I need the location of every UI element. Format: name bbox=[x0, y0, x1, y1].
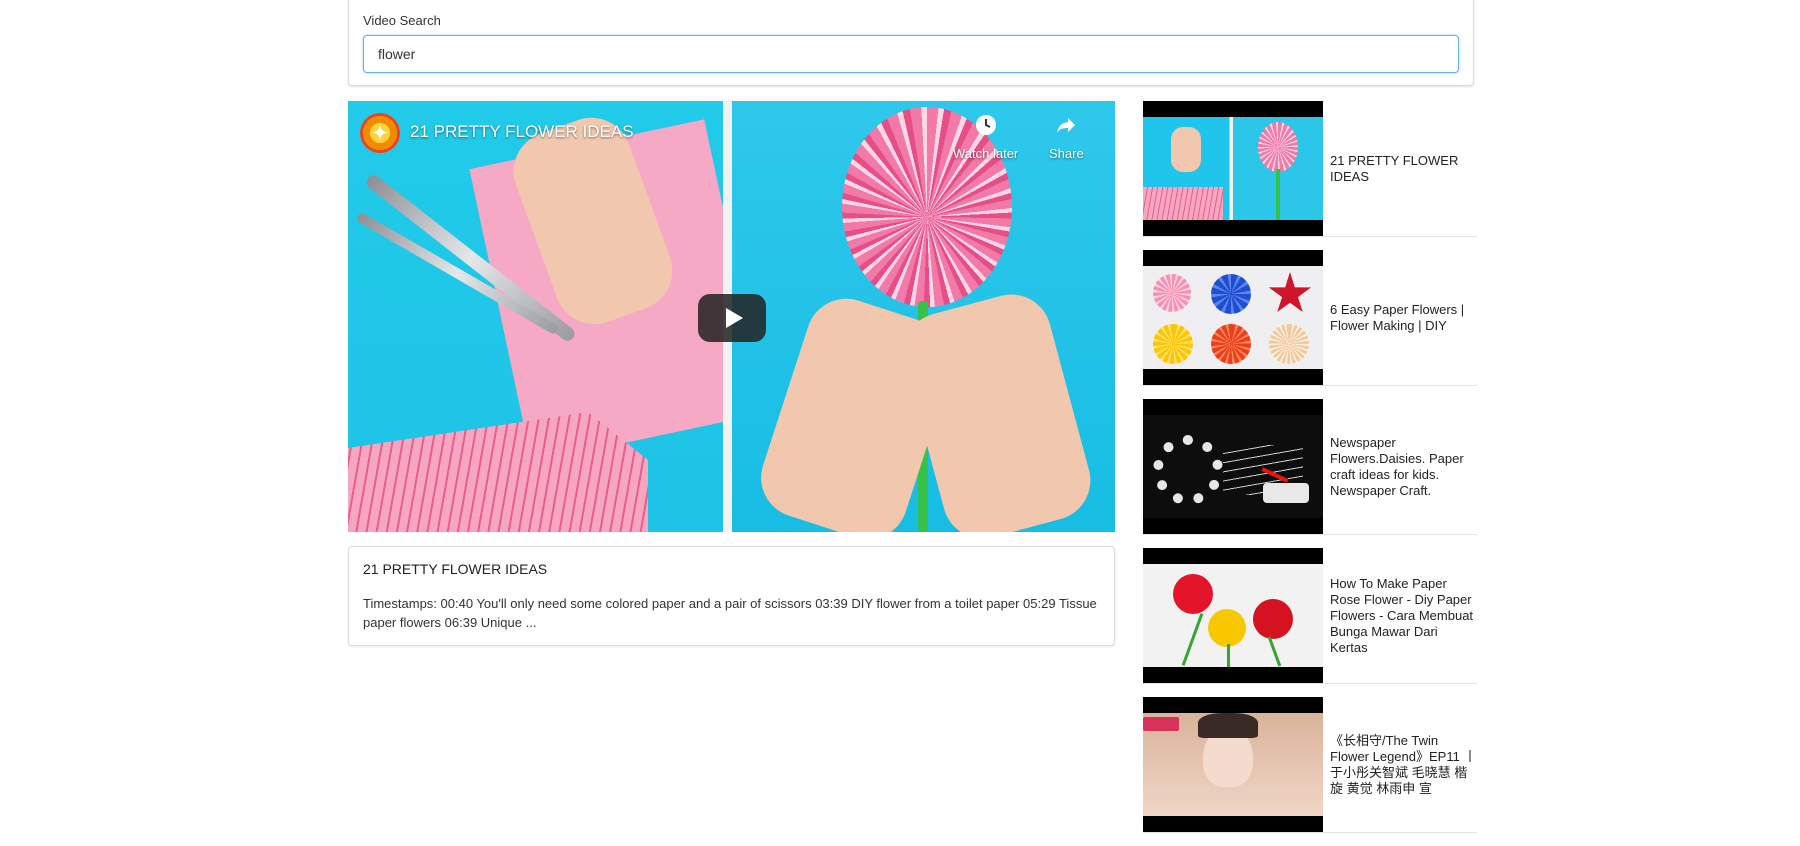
video-description: Timestamps: 00:40 You'll only need some … bbox=[363, 596, 1097, 630]
video-list: 21 PRETTY FLOWER IDEAS 6 Easy Paper Flow… bbox=[1143, 101, 1477, 846]
player-title[interactable]: 21 PRETTY FLOWER IDEAS bbox=[410, 122, 634, 142]
video-list-title[interactable]: 《长相守/The Twin Flower Legend》EP11 丨于小彤关智斌… bbox=[1330, 697, 1477, 832]
video-list-title[interactable]: Newspaper Flowers.Daisies. Paper craft i… bbox=[1330, 399, 1477, 534]
search-input[interactable] bbox=[363, 35, 1459, 73]
search-label: Video Search bbox=[363, 13, 441, 28]
video-player[interactable]: ✦ 21 PRETTY FLOWER IDEAS Watch later Sha… bbox=[348, 101, 1115, 532]
share-icon bbox=[1049, 113, 1084, 143]
video-frame-left bbox=[348, 101, 767, 532]
search-card: Video Search bbox=[348, 0, 1474, 86]
video-list-item[interactable]: 《长相守/The Twin Flower Legend》EP11 丨于小彤关智斌… bbox=[1143, 697, 1477, 833]
video-thumbnail[interactable] bbox=[1143, 250, 1323, 385]
video-list-title[interactable]: How To Make Paper Rose Flower - Diy Pape… bbox=[1330, 548, 1477, 683]
paper-fringe bbox=[348, 412, 648, 532]
video-thumbnail[interactable] bbox=[1143, 548, 1323, 683]
video-list-title[interactable]: 6 Easy Paper Flowers | Flower Making | D… bbox=[1330, 250, 1477, 385]
video-list-item[interactable]: 6 Easy Paper Flowers | Flower Making | D… bbox=[1143, 250, 1477, 386]
watch-later-label: Watch later bbox=[953, 146, 1019, 161]
video-list-item[interactable]: How To Make Paper Rose Flower - Diy Pape… bbox=[1143, 548, 1477, 684]
video-list-item[interactable]: 21 PRETTY FLOWER IDEAS bbox=[1143, 101, 1477, 237]
channel-logo[interactable]: ✦ bbox=[360, 113, 400, 153]
clock-icon bbox=[953, 113, 1018, 143]
video-list-item[interactable]: Newspaper Flowers.Daisies. Paper craft i… bbox=[1143, 399, 1477, 535]
video-thumbnail[interactable] bbox=[1143, 697, 1323, 832]
play-button[interactable] bbox=[698, 294, 766, 342]
share-label: Share bbox=[1049, 146, 1084, 161]
watch-later-button[interactable]: Watch later bbox=[953, 113, 1018, 161]
video-description-card: 21 PRETTY FLOWER IDEAS Timestamps: 00:40… bbox=[348, 546, 1115, 646]
video-frame-right bbox=[732, 101, 1115, 532]
video-title: 21 PRETTY FLOWER IDEAS bbox=[363, 561, 548, 577]
video-thumbnail[interactable] bbox=[1143, 101, 1323, 236]
play-icon bbox=[725, 308, 743, 328]
video-list-title[interactable]: 21 PRETTY FLOWER IDEAS bbox=[1330, 101, 1477, 236]
video-thumbnail[interactable] bbox=[1143, 399, 1323, 534]
share-button[interactable]: Share bbox=[1049, 113, 1084, 161]
